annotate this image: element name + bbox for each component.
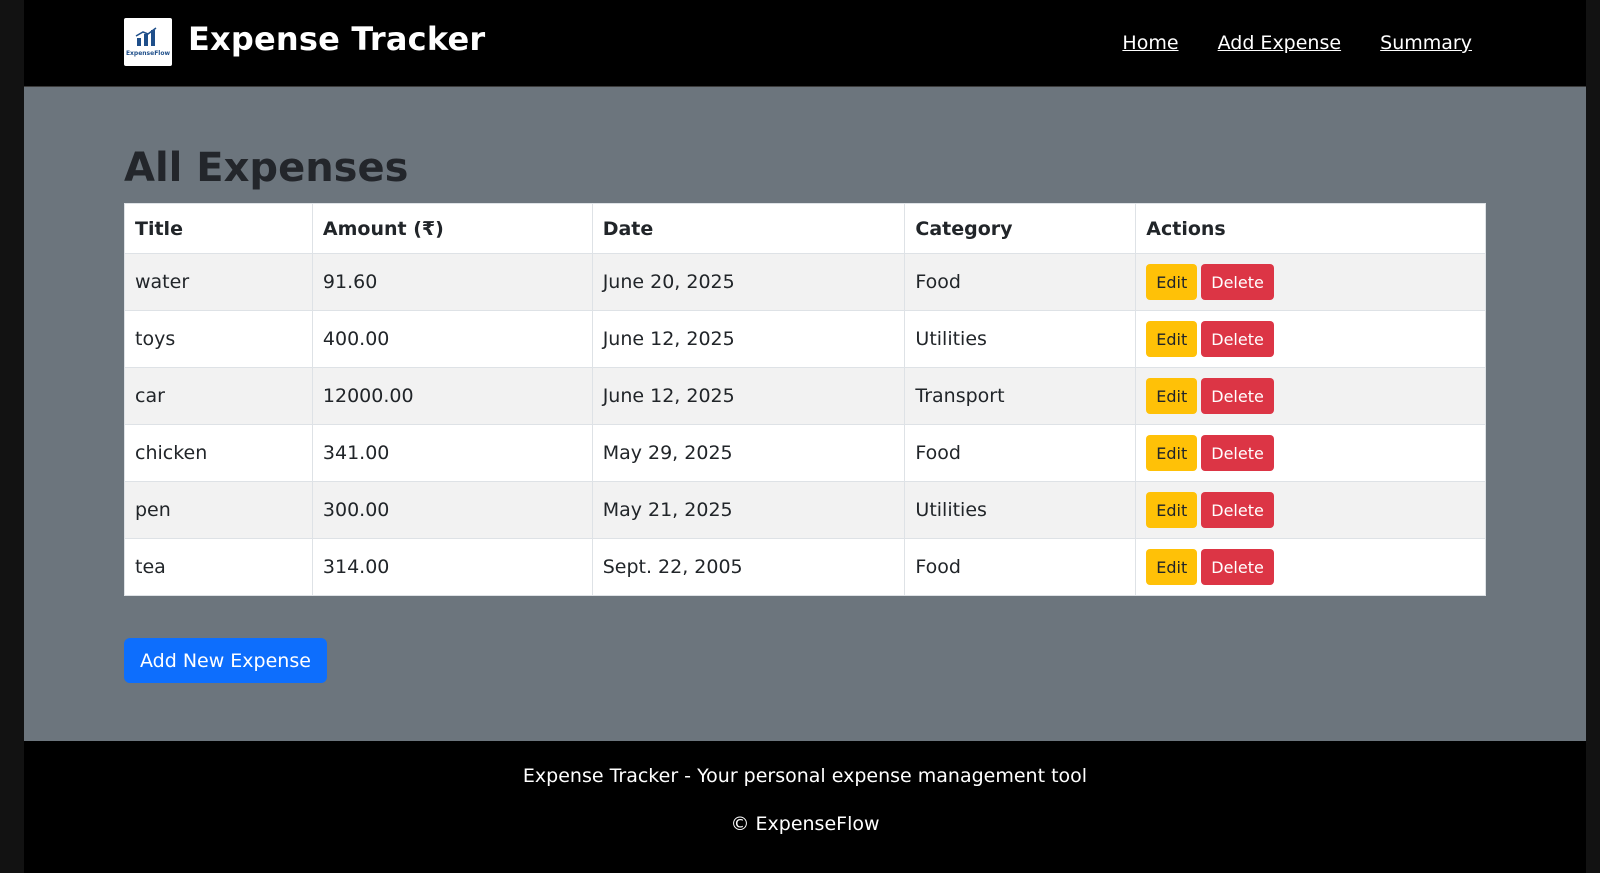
navbar: ExpenseFlow Expense Tracker Home Add Exp…: [24, 0, 1586, 87]
table-row: tea 314.00 Sept. 22, 2005 Food Edit Delet…: [124, 538, 1486, 596]
cell-category: Transport: [904, 367, 1137, 425]
cell-category: Food: [904, 538, 1137, 596]
column-header-category: Category: [904, 203, 1137, 254]
cell-date: Sept. 22, 2005: [591, 538, 906, 596]
delete-button[interactable]: Delete: [1201, 378, 1274, 414]
nav-links: Home Add Expense Summary: [1088, 32, 1472, 54]
logo[interactable]: ExpenseFlow: [124, 18, 172, 66]
table-row: toys 400.00 June 12, 2025 Utilities Edit…: [124, 310, 1486, 368]
footer-copyright: © ExpenseFlow: [730, 813, 880, 835]
column-header-actions: Actions: [1135, 203, 1486, 254]
cell-title: toys: [124, 310, 313, 368]
cell-date: June 12, 2025: [591, 310, 906, 368]
delete-button[interactable]: Delete: [1201, 549, 1274, 585]
add-new-expense-button[interactable]: Add New Expense: [124, 638, 327, 683]
cell-actions: Edit Delete: [1135, 253, 1486, 311]
cell-actions: Edit Delete: [1135, 538, 1486, 596]
cell-actions: Edit Delete: [1135, 310, 1486, 368]
cell-amount: 400.00: [311, 310, 593, 368]
table-row: pen 300.00 May 21, 2025 Utilities Edit De…: [124, 481, 1486, 539]
main-content: All Expenses Title Amount (₹) Date Categ…: [24, 87, 1586, 741]
cell-title: car: [124, 367, 313, 425]
edit-button[interactable]: Edit: [1146, 492, 1198, 528]
logo-text: ExpenseFlow: [125, 50, 171, 57]
cell-amount: 314.00: [311, 538, 593, 596]
expenses-table: Title Amount (₹) Date Category Actions w…: [124, 203, 1486, 596]
cell-date: June 12, 2025: [591, 367, 906, 425]
cell-amount: 341.00: [311, 424, 593, 482]
nav-home-link[interactable]: Home: [1122, 32, 1178, 54]
nav-add-expense-link[interactable]: Add Expense: [1218, 32, 1341, 54]
cell-amount: 12000.00: [311, 367, 593, 425]
table-row: car 12000.00 June 12, 2025 Transport Edi…: [124, 367, 1486, 425]
cell-actions: Edit Delete: [1135, 424, 1486, 482]
cell-date: June 20, 2025: [591, 253, 906, 311]
delete-button[interactable]: Delete: [1201, 435, 1274, 471]
cell-category: Food: [904, 424, 1137, 482]
cell-date: May 21, 2025: [591, 481, 906, 539]
column-header-date: Date: [591, 203, 906, 254]
cell-title: chicken: [124, 424, 313, 482]
page-title: All Expenses: [124, 145, 409, 191]
app-frame: ExpenseFlow Expense Tracker Home Add Exp…: [24, 0, 1586, 873]
nav-summary-link[interactable]: Summary: [1380, 32, 1472, 54]
footer-tagline: Expense Tracker - Your personal expense …: [522, 765, 1088, 787]
brand-title[interactable]: Expense Tracker: [188, 20, 485, 58]
edit-button[interactable]: Edit: [1146, 378, 1198, 414]
cell-title: water: [124, 253, 313, 311]
cell-amount: 300.00: [311, 481, 593, 539]
edit-button[interactable]: Edit: [1146, 549, 1198, 585]
edit-button[interactable]: Edit: [1146, 435, 1198, 471]
delete-button[interactable]: Delete: [1201, 492, 1274, 528]
table-row: chicken 341.00 May 29, 2025 Food Edit Del…: [124, 424, 1486, 482]
cell-category: Utilities: [904, 310, 1137, 368]
edit-button[interactable]: Edit: [1146, 264, 1198, 300]
cell-title: pen: [124, 481, 313, 539]
edit-button[interactable]: Edit: [1146, 321, 1198, 357]
cell-category: Food: [904, 253, 1137, 311]
cell-actions: Edit Delete: [1135, 481, 1486, 539]
cell-title: tea: [124, 538, 313, 596]
cell-amount: 91.60: [311, 253, 593, 311]
column-header-title: Title: [124, 203, 313, 254]
cell-category: Utilities: [904, 481, 1137, 539]
cell-actions: Edit Delete: [1135, 367, 1486, 425]
table-row: water 91.60 June 20, 2025 Food Edit Delet…: [124, 253, 1486, 311]
delete-button[interactable]: Delete: [1201, 321, 1274, 357]
footer: Expense Tracker - Your personal expense …: [24, 741, 1586, 873]
column-header-amount: Amount (₹): [311, 203, 593, 254]
delete-button[interactable]: Delete: [1201, 264, 1274, 300]
cell-date: May 29, 2025: [591, 424, 906, 482]
chart-logo-icon: [135, 27, 157, 46]
table-header-row: Title Amount (₹) Date Category Actions: [124, 203, 1486, 254]
